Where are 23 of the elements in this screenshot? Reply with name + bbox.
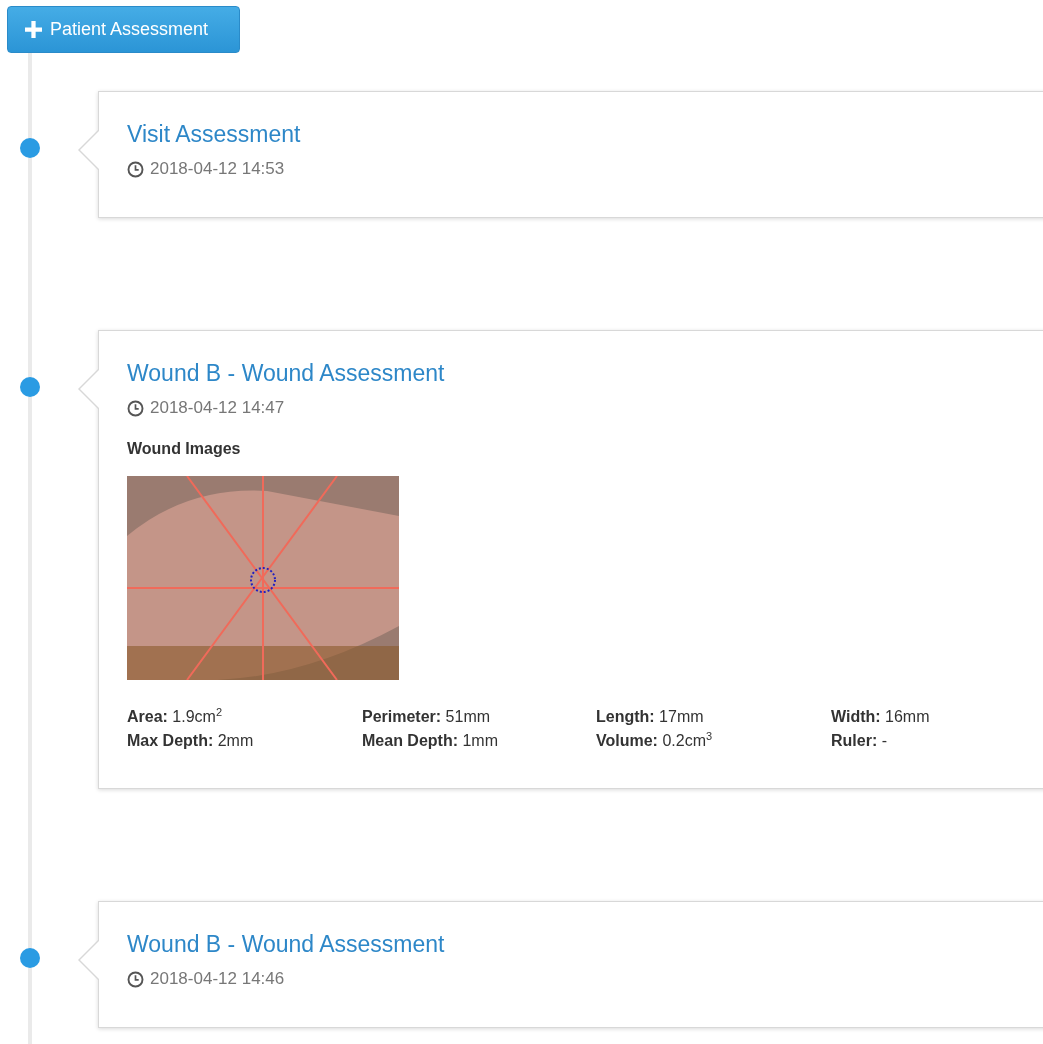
section-heading: Wound Images bbox=[127, 440, 242, 458]
measurement: Width: 16mm bbox=[831, 708, 931, 726]
timestamp: 2018-04-12 14:53 bbox=[150, 159, 285, 179]
measurement: Mean Depth: 1mm bbox=[362, 732, 499, 750]
clock-icon bbox=[127, 160, 144, 178]
timeline-dot bbox=[20, 377, 40, 397]
measurement: Area: 1.9cm$^{2}$ bbox=[127, 708, 224, 726]
measurement: Ruler: - bbox=[831, 732, 888, 750]
measurement: Max Depth: 2mm bbox=[127, 732, 255, 750]
timeline-dot bbox=[20, 948, 40, 968]
assessment-title[interactable]: Wound B - Wound Assessment bbox=[127, 358, 1043, 388]
plus-icon bbox=[25, 21, 42, 38]
assessment-title[interactable]: Visit Assessment bbox=[127, 119, 1043, 149]
assessment-title[interactable]: Wound B - Wound Assessment bbox=[127, 929, 1043, 959]
clock-icon bbox=[127, 970, 144, 988]
timestamp: 2018-04-12 14:47 bbox=[150, 398, 285, 418]
timestamp: 2018-04-12 14:46 bbox=[150, 969, 285, 989]
timeline-dot bbox=[20, 138, 40, 158]
add-assessment-button[interactable]: Patient Assessment bbox=[7, 6, 240, 53]
measurement: Length: 17mm bbox=[596, 708, 705, 726]
measurement: Perimeter: 51mm bbox=[362, 708, 492, 726]
measurement: Volume: 0.2cm$^{3}$ bbox=[596, 732, 714, 750]
clock-icon bbox=[127, 399, 144, 417]
